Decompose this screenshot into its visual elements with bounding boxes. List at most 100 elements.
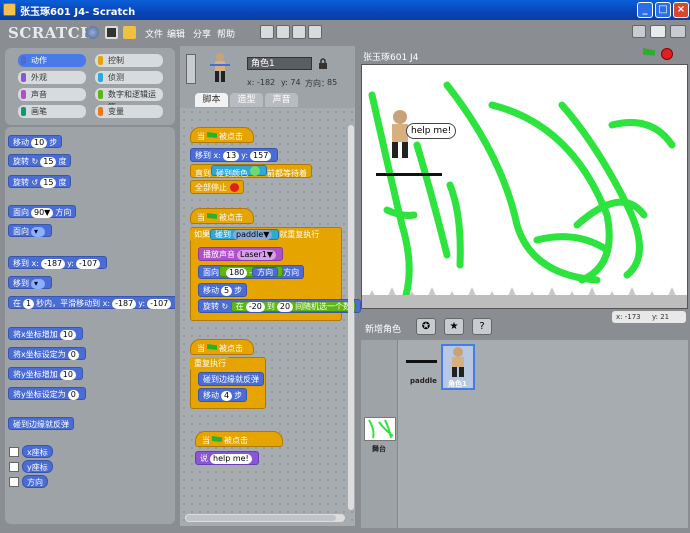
random-sprite-button[interactable]: ? [472,318,492,335]
palette-turn-cw-block[interactable]: 旋转 ↻ 15 度 [8,154,72,167]
sprite-x: x: -182 [247,78,276,87]
stop-button[interactable] [661,48,673,60]
stop-all-block[interactable]: 全部停止 [190,180,244,194]
category-label: 控制 [108,56,124,65]
when-flag-clicked-hat-2[interactable]: 当被点击 [190,208,254,224]
grow-tool-icon[interactable] [292,25,306,39]
paddle-sprite[interactable] [376,173,442,176]
script-hscroll-thumb[interactable] [186,515,336,521]
category-label: 变量 [108,107,124,116]
share-icon[interactable] [123,26,136,39]
green-flag-icon [207,132,217,138]
palette-set-y-block[interactable]: 将y坐标设定为 0 [8,387,86,400]
y-position-checkbox[interactable] [9,462,19,472]
category-1[interactable]: 控制 [95,54,163,67]
category-label: 声音 [31,90,47,99]
script-vscroll[interactable] [348,125,354,510]
menu-help[interactable]: 帮助 [217,27,235,40]
close-button[interactable]: × [673,2,689,18]
direction-reporter[interactable]: 方向 [22,475,48,488]
palette-move-block[interactable]: 移动 10 步 [8,135,63,148]
category-color-swatch [98,56,103,65]
category-0[interactable]: 动作 [18,54,86,67]
category-label: 侦测 [108,73,124,82]
play-sound-block[interactable]: 播放声音 Laser1▼ [198,247,283,261]
category-color-swatch [21,107,26,116]
category-6[interactable]: 画笔 [18,105,86,118]
turn-random-block[interactable]: 旋转 ↻ 在 -20 到 20 间随机选一个数 [198,299,362,313]
category-3[interactable]: 侦测 [95,71,163,84]
app-icon [3,3,16,16]
title-bar: 张玉琢601 J4- Scratch _ □ × [0,0,690,20]
lock-icon[interactable] [318,58,328,69]
when-flag-clicked-hat-3[interactable]: 当被点击 [190,339,254,355]
sprite1-label: 角色1 [448,380,467,388]
menu-share[interactable]: 分享 [193,27,211,40]
goto-xy-block[interactable]: 移到 x: 13 y: 157 [190,148,279,162]
presentation-mode-icon[interactable] [670,25,686,38]
menu-file[interactable]: 文件 [145,27,163,40]
maximize-button[interactable]: □ [655,2,671,18]
category-label: 动作 [31,56,47,65]
when-flag-clicked-hat-4[interactable]: 当被点击 [195,431,283,447]
palette-point-direction-block[interactable]: 面向 90▼ 方向 [8,205,77,218]
category-color-swatch [98,90,103,99]
normal-stage-icon[interactable] [650,25,666,38]
y-position-reporter[interactable]: y座标 [22,460,53,473]
category-2[interactable]: 外观 [18,71,86,84]
bounce-block[interactable]: 碰到边缘就反弹 [198,372,264,386]
stage-thumbnail[interactable] [364,417,396,441]
move-steps-block[interactable]: 移动 5 步 [198,283,248,297]
tab-sounds[interactable]: 声音 [265,93,298,107]
palette-turn-ccw-block[interactable]: 旋转 ↺ 15 度 [8,175,72,188]
palette-glide-block[interactable]: 在 1 秒内，平滑移动到 x: -187 y: -107 [8,296,175,309]
touching-sprite-block[interactable]: 碰到 paddle▼ [210,229,280,240]
menu-edit[interactable]: 编辑 [167,27,185,40]
paint-new-sprite-button[interactable]: ✪ [416,318,436,335]
x-position-reporter[interactable]: x座标 [22,445,53,458]
save-icon[interactable] [105,26,118,39]
palette-point-towards-block[interactable]: 面向 ▾ [8,224,52,237]
speech-bubble: help me! [406,123,457,139]
project-title: 张玉琢601 J4 [363,53,419,63]
point-in-direction-block[interactable]: 面向 180- 方向 方向 [198,265,305,279]
tab-scripts[interactable]: 脚本 [195,93,228,107]
shrink-tool-icon[interactable] [308,25,322,39]
palette-goto-block[interactable]: 移到 ▾ [8,276,52,289]
when-flag-clicked-hat-1[interactable]: 当被点击 [190,127,254,143]
choose-sprite-file-button[interactable]: ★ [444,318,464,335]
move-steps-block-2[interactable]: 移动 4 步 [198,388,248,402]
sprite-y: y: 74 [281,78,301,87]
palette-bounce-block[interactable]: 碰到边缘就反弹 [8,417,74,430]
palette-change-x-block[interactable]: 将x坐标增加 10 [8,327,83,340]
stage-canvas [362,81,687,308]
mouse-coordinates: x: -173 y: 21 [612,311,686,323]
say-block[interactable]: 说 help me! [195,451,259,465]
duplicate-tool-icon[interactable] [260,25,274,39]
x-position-checkbox[interactable] [9,447,19,457]
globe-icon[interactable] [86,26,99,39]
sprite-name-field[interactable]: 角色1 [247,57,312,70]
paddle-thumbnail[interactable] [406,360,437,363]
category-color-swatch [21,90,26,99]
forever-header: 重复执行 [190,357,230,371]
category-4[interactable]: 声音 [18,88,86,101]
touching-color-block[interactable]: 碰到颜色 [211,165,267,178]
palette-set-x-block[interactable]: 将x坐标设定为 0 [8,347,86,360]
tab-costumes[interactable]: 造型 [230,93,263,107]
minimize-button[interactable]: _ [637,2,653,18]
category-label: 外观 [31,73,47,82]
palette-change-y-block[interactable]: 将y坐标增加 10 [8,367,83,380]
sprite-list [361,340,688,528]
palette-goto-xy-block[interactable]: 移到 x: -187 y: -107 [8,256,108,269]
delete-tool-icon[interactable] [276,25,290,39]
wait-until-block[interactable]: 直到 碰到颜色 前都等待着 [190,164,312,178]
category-7[interactable]: 变量 [95,105,163,118]
category-5[interactable]: 数字和逻辑运算 [95,88,163,112]
stage[interactable]: help me! [361,64,688,309]
direction-checkbox[interactable] [9,477,19,487]
block-palette: 移动 10 步 旋转 ↻ 15 度 旋转 ↺ 15 度 面向 90▼ 方向 面向 ▾ 移到 x: -… [5,127,175,524]
small-stage-icon[interactable] [632,25,646,38]
rotation-style-buttons[interactable] [186,54,196,84]
category-color-swatch [98,107,103,116]
